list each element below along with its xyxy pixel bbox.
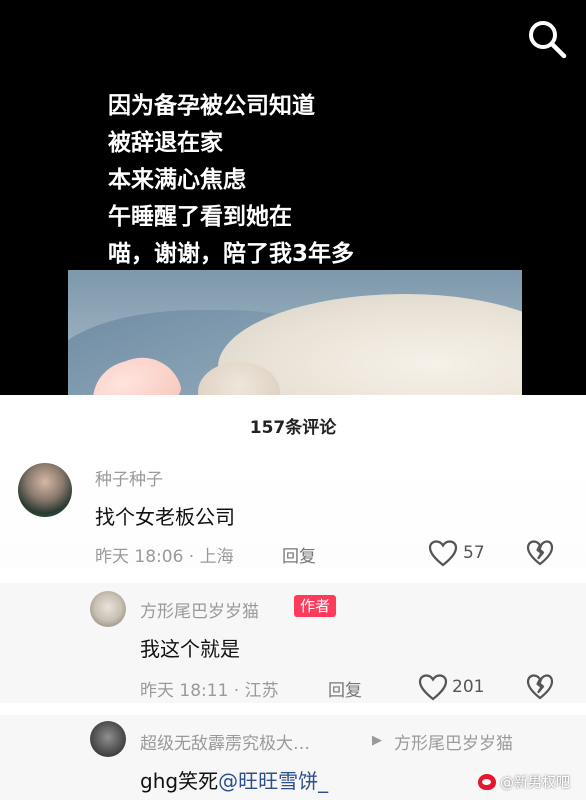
search-icon <box>529 21 567 59</box>
dislike-button[interactable] <box>526 673 554 705</box>
comment-text: ghg笑死@旺旺雪饼_ <box>140 765 328 794</box>
mention-link[interactable]: @旺旺雪饼_ <box>218 769 328 793</box>
reply-button[interactable]: 回复 <box>282 542 316 567</box>
broken-heart-icon <box>526 674 554 700</box>
video-area[interactable]: 因为备孕被公司知道 被辞退在家 本来满心焦虑 午睡醒了看到她在 喵，谢谢，陪了我… <box>0 0 586 395</box>
caption-line: 因为备孕被公司知道 <box>108 93 315 119</box>
search-button[interactable] <box>526 18 568 60</box>
weibo-logo-icon <box>478 774 496 790</box>
caption-line: 被辞退在家 <box>108 130 223 156</box>
comment-text: 我这个就是 <box>140 637 240 661</box>
video-caption: 因为备孕被公司知道 被辞退在家 本来满心焦虑 午睡醒了看到她在 喵，谢谢，陪了我… <box>108 88 354 273</box>
comment-text: 找个女老板公司 <box>95 505 235 529</box>
author-badge: 作者 <box>294 595 337 617</box>
caption-line: 喵，谢谢，陪了我3年多 <box>108 241 355 267</box>
comment-username[interactable]: 超级无敌霹雳究极大… <box>140 729 310 754</box>
heart-icon <box>418 674 448 701</box>
comment-meta: 昨天 18:11 · 江苏 <box>140 681 279 701</box>
watermark: @新男权吧 <box>478 772 570 792</box>
dislike-button[interactable] <box>526 539 554 571</box>
video-frame-image <box>68 270 522 395</box>
comments-panel: 157条评论 种子种子 找个女老板公司 昨天 18:06 · 上海 回复 57 … <box>0 395 586 800</box>
reply-arrow-icon: ▶ <box>372 733 382 748</box>
comment-username[interactable]: 种子种子 <box>95 465 163 490</box>
reply-button[interactable]: 回复 <box>328 676 362 701</box>
reply-target-username[interactable]: 方形尾巴岁岁猫 <box>394 729 513 754</box>
comment-count: 157条评论 <box>249 418 337 438</box>
comment-username[interactable]: 方形尾巴岁岁猫 <box>140 597 259 622</box>
watermark-text: @新男权吧 <box>500 775 570 791</box>
avatar[interactable] <box>90 721 126 757</box>
caption-line: 本来满心焦虑 <box>108 167 246 193</box>
avatar[interactable] <box>18 463 72 517</box>
like-button[interactable] <box>428 539 458 571</box>
comment-item[interactable]: 种子种子 找个女老板公司 昨天 18:06 · 上海 回复 57 <box>0 457 586 567</box>
comment-meta: 昨天 18:06 · 上海 <box>95 547 234 567</box>
like-count: 201 <box>452 677 485 697</box>
caption-line: 午睡醒了看到她在 <box>108 204 292 230</box>
broken-heart-icon <box>526 540 554 566</box>
like-count: 57 <box>463 543 485 563</box>
avatar[interactable] <box>90 591 126 627</box>
comment-text-body: ghg笑死 <box>140 769 219 793</box>
heart-icon <box>428 540 458 567</box>
reply-item[interactable]: 方形尾巴岁岁猫 作者 我这个就是 昨天 18:11 · 江苏 回复 201 <box>0 583 586 703</box>
like-button[interactable] <box>418 673 448 705</box>
